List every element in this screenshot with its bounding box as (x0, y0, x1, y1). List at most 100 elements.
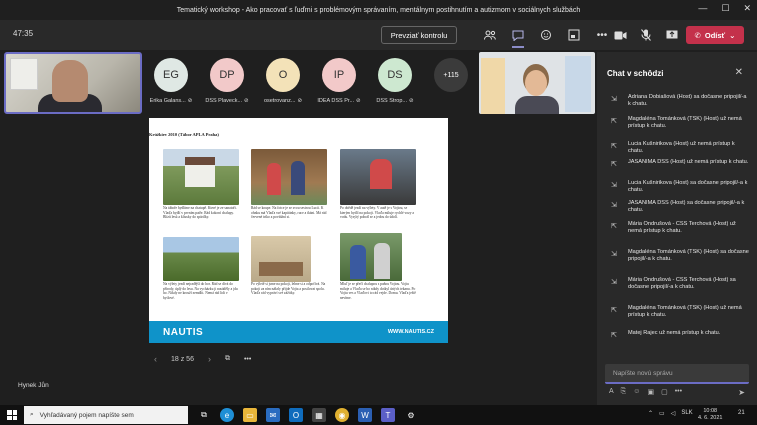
close-chat-icon[interactable]: ✕ (735, 67, 743, 78)
windows-taskbar: ⌕ Vyhľadávaný pojem napíšte sem ⧉ e ▭ ✉ … (0, 405, 757, 425)
leave-icon: ⇱ (611, 118, 617, 125)
photo-mountains (163, 237, 239, 281)
minimize-icon[interactable]: — (698, 3, 707, 14)
emoji-icon[interactable]: ☺ (633, 388, 640, 396)
photo-two-men (340, 233, 402, 281)
outlook-icon[interactable]: O (289, 408, 303, 422)
calculator-icon[interactable]: ▦ (312, 408, 326, 422)
avatar: EG (154, 58, 188, 92)
keyboard-language[interactable]: SLK (681, 410, 692, 417)
maximize-icon[interactable]: ☐ (721, 3, 729, 14)
close-icon[interactable]: ✕ (743, 3, 751, 14)
photo-caption: Rád se koupe. Na fotce je se svou sestro… (251, 206, 327, 220)
sticker-icon[interactable]: ▢ (661, 388, 668, 396)
taskbar-clock[interactable]: 10:08 4. 6. 2021 (698, 408, 722, 422)
next-page-icon[interactable]: › (208, 354, 211, 364)
list-item: ⇱ Matej Rajec už nemá prístup k chatu. (611, 330, 721, 339)
participants-icon[interactable] (482, 27, 498, 43)
mic-off-icon: ⊘ (408, 98, 414, 104)
file-explorer-icon[interactable]: ▭ (243, 408, 257, 422)
participant-video-tile[interactable] (479, 52, 595, 114)
join-icon: ⇲ (611, 279, 617, 286)
edge-icon[interactable]: e (220, 408, 234, 422)
gallery-icon[interactable]: ⧉ (225, 355, 230, 363)
send-icon[interactable]: ➤ (738, 388, 745, 397)
chevron-up-icon[interactable]: ⌃ (648, 410, 653, 417)
participant-tile[interactable]: DS DSS Strop... ⊘ (372, 58, 418, 104)
photo-caption: Po výletě si jsme na pokoji, lehne si a … (251, 282, 326, 296)
document-footer: NAUTIS WWW.NAUTIS.CZ (149, 321, 448, 343)
chat-title: Chat v schôdzi (607, 69, 664, 78)
leave-icon: ⇱ (611, 161, 617, 168)
volume-icon[interactable]: ◁ (671, 410, 676, 417)
avatar: IP (322, 58, 356, 92)
nautis-logo: NAUTIS (163, 326, 204, 338)
self-video-tile[interactable] (4, 52, 142, 114)
chat-icon[interactable] (510, 27, 526, 48)
window-controls: — ☐ ✕ (698, 3, 751, 14)
list-item: ⇱ Magdaléna Tománková (TSK) (Host) už nem… (611, 116, 742, 129)
mail-icon[interactable]: ✉ (266, 408, 280, 422)
system-tray: ⌃ ▭ ◁ SLK (648, 410, 693, 417)
avatar: O (266, 58, 300, 92)
photo-caption: Na výlety jezdí nejradější do hor. Rád s… (163, 282, 238, 300)
media-controls (612, 27, 680, 43)
rooms-icon[interactable] (566, 27, 582, 43)
participant-avatars: EG Erika Galans... ⊘ DP DSS Plaveck... ⊘ O… (148, 58, 474, 104)
more-participants-tile[interactable]: +115 (428, 58, 474, 104)
participant-name: DSS Plaveck... (205, 98, 243, 104)
participant-name: IDEA DSS Pr... (317, 98, 355, 104)
take-control-button[interactable]: Prevziať kontrolu (381, 26, 457, 44)
teams-meeting-window: Tematický workshop - Ako pracovať s ľuďm… (0, 0, 757, 425)
chrome-icon[interactable]: ◉ (335, 408, 349, 422)
camera-icon[interactable] (612, 27, 628, 43)
attach-icon[interactable]: ⎘ (621, 388, 627, 396)
format-icon[interactable]: A (609, 388, 614, 396)
join-icon: ⇲ (611, 251, 617, 258)
meeting-timer: 47:35 (13, 29, 34, 38)
meeting-chat-panel: Chat v schôdzi ✕ ⇲ Adriana Dobiašová (Hos… (597, 52, 757, 406)
microphone-off-icon[interactable] (638, 27, 654, 43)
participant-tile[interactable]: IP IDEA DSS Pr... ⊘ (316, 58, 362, 104)
chat-message-input[interactable]: Napíšte novú správu (605, 364, 749, 384)
settings-icon[interactable]: ⚙ (404, 408, 418, 422)
participant-tile[interactable]: DP DSS Plaveck... ⊘ (204, 58, 250, 104)
more-options-icon[interactable]: ••• (675, 388, 682, 396)
share-screen-icon[interactable] (664, 27, 680, 43)
list-item: ⇲ Mária Ondrušová - CSS Terchová (Host) s… (611, 277, 736, 290)
gif-icon[interactable]: ▣ (647, 388, 654, 396)
leave-button[interactable]: ✆ Odísť ⌄ (686, 26, 744, 44)
taskbar-search[interactable]: ⌕ Vyhľadávaný pojem napíšte sem (24, 406, 188, 424)
participant-name: Erika Galans... (149, 98, 186, 104)
participant-tile[interactable]: EG Erika Galans... ⊘ (148, 58, 194, 104)
leave-label: Odísť (704, 30, 726, 40)
task-view-icon[interactable]: ⧉ (197, 408, 211, 422)
mic-off-icon: ⊘ (187, 98, 193, 104)
notification-icon[interactable]: 21 (738, 410, 750, 420)
join-icon: ⇲ (611, 182, 617, 189)
clock-time: 10:08 (703, 408, 718, 414)
chat-compose-tools: A ⎘ ☺ ▣ ▢ ••• (609, 388, 682, 396)
photo-car (340, 149, 416, 205)
more-icon[interactable]: ••• (244, 356, 251, 363)
word-icon[interactable]: W (358, 408, 372, 422)
avatar: DP (210, 58, 244, 92)
photo-house (163, 149, 239, 205)
reactions-icon[interactable] (538, 27, 554, 43)
taskbar-search-placeholder: Vyhľadávaný pojem napíšte sem (39, 411, 134, 419)
chevron-down-icon: ⌄ (729, 30, 736, 40)
windows-start-icon[interactable] (7, 410, 17, 420)
more-actions-icon[interactable]: ••• (594, 27, 610, 43)
network-icon[interactable]: ▭ (659, 410, 665, 417)
list-item: ⇱ Lucia Kušnirikova (Host) už nemá prístu… (611, 141, 735, 154)
page-indicator: 18 z 56 (171, 355, 194, 363)
leave-icon: ⇱ (611, 307, 617, 314)
avatar: DS (378, 58, 412, 92)
participant-tile[interactable]: O osetrovanz... ⊘ (260, 58, 306, 104)
teams-icon[interactable]: T (381, 408, 395, 422)
shared-presentation[interactable]: Krúžkiev 2010 (Tábor APLA Praha) Na tábo… (149, 118, 448, 343)
previous-page-icon[interactable]: ‹ (154, 354, 157, 364)
toolbar-icons: ••• (482, 27, 610, 48)
photo-caption: Mluľ je se přečí chalupou s paňou Vojtou… (340, 282, 416, 300)
presenter-name: Hynek Jůn (18, 382, 49, 389)
